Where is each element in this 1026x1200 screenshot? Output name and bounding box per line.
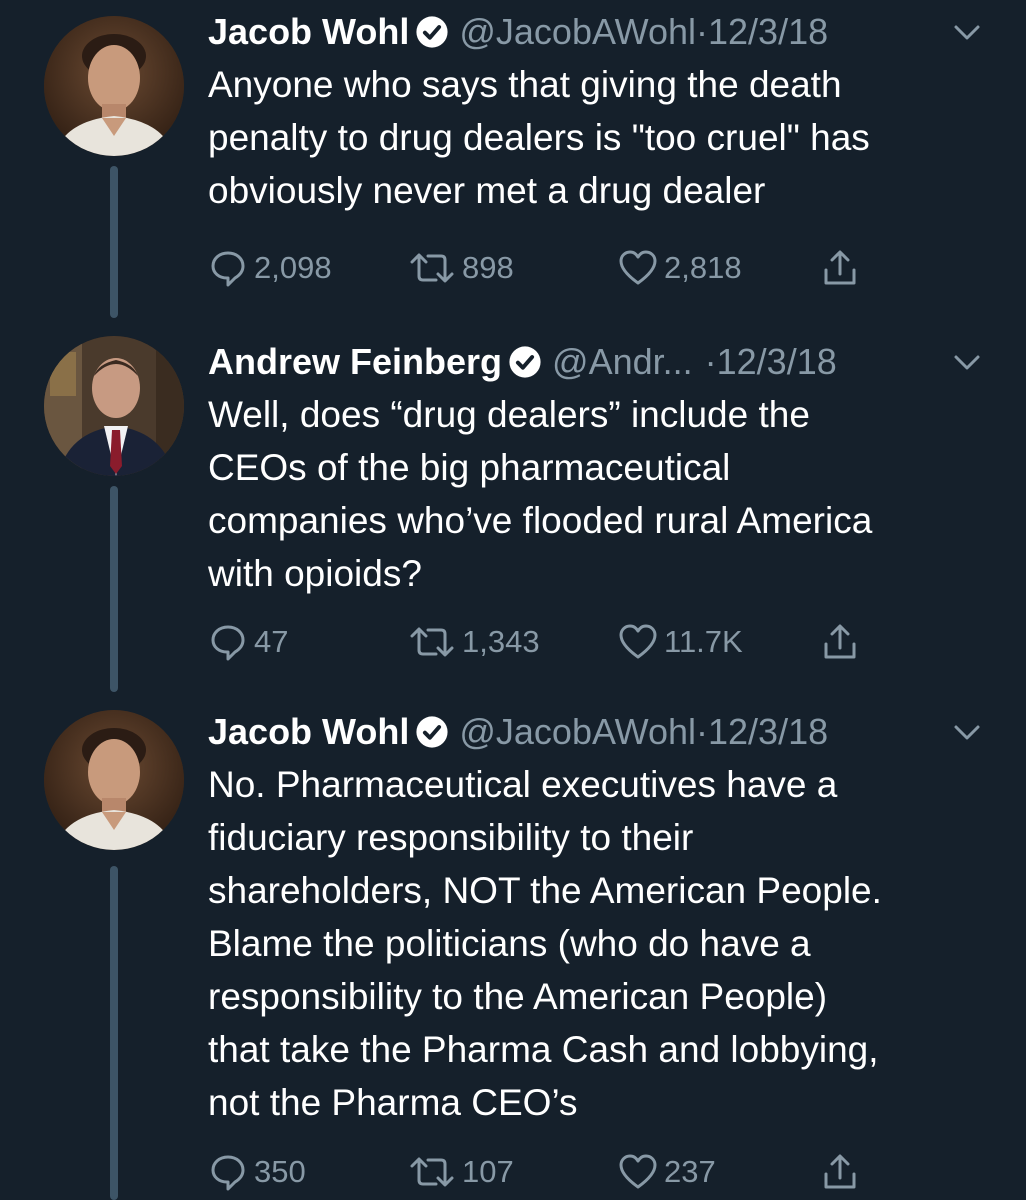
verified-badge-icon <box>416 16 448 48</box>
retweet-button[interactable]: 1,343 <box>408 622 540 662</box>
chevron-down-icon[interactable] <box>952 352 982 374</box>
like-count: 2,818 <box>664 250 742 285</box>
tweet-text: Anyone who says that giving the death pe… <box>208 64 870 211</box>
author-name[interactable]: Jacob Wohl <box>208 11 409 52</box>
reply-button[interactable]: 47 <box>208 622 288 662</box>
share-button[interactable] <box>820 622 866 662</box>
profile-photo-icon <box>44 710 184 850</box>
tweet-header: Jacob Wohl @JacobAWohl·12/3/18 <box>208 710 998 754</box>
reply-count: 350 <box>254 1154 306 1189</box>
retweet-count: 1,343 <box>462 624 540 659</box>
reply-button[interactable]: 350 <box>208 1152 306 1192</box>
reply-icon <box>211 251 245 287</box>
like-button[interactable]: 237 <box>618 1152 716 1192</box>
tweet-header: Jacob Wohl @JacobAWohl·12/3/18 <box>208 10 998 54</box>
like-icon <box>619 624 657 659</box>
tweet-thread: Jacob Wohl @JacobAWohl·12/3/18 Anyone who… <box>0 0 1026 1200</box>
thread-connector-line <box>110 166 118 318</box>
like-count: 11.7K <box>664 624 743 659</box>
tweet[interactable]: Andrew Feinberg @Andr... ·12/3/18 Well, do… <box>0 330 1026 700</box>
share-icon <box>824 1154 856 1189</box>
retweet-icon <box>410 253 454 283</box>
separator-dot: · <box>704 341 717 382</box>
author-handle[interactable]: @JacobAWohl <box>459 11 696 52</box>
tweet-text: Well, does “drug dealers” include the CE… <box>208 394 873 594</box>
reply-icon <box>211 625 245 661</box>
tweet-text: No. Pharmaceutical executives have a fid… <box>208 764 882 1123</box>
reply-count: 47 <box>254 624 289 659</box>
like-icon <box>619 250 657 285</box>
avatar[interactable] <box>44 710 184 850</box>
like-icon <box>619 1154 657 1189</box>
author-handle[interactable]: @JacobAWohl <box>459 711 696 752</box>
reply-button[interactable]: 2,098 <box>208 248 332 288</box>
verified-badge-icon <box>509 346 541 378</box>
thread-connector-line <box>110 486 118 692</box>
separator-dot: · <box>696 11 709 52</box>
share-icon <box>824 624 856 659</box>
chevron-down-icon[interactable] <box>952 722 982 744</box>
like-count: 237 <box>664 1154 716 1189</box>
avatar[interactable] <box>44 336 184 476</box>
avatar[interactable] <box>44 16 184 156</box>
share-icon <box>824 250 856 285</box>
retweet-count: 107 <box>462 1154 514 1189</box>
reply-count: 2,098 <box>254 250 332 285</box>
like-button[interactable]: 11.7K <box>618 622 743 662</box>
reply-icon <box>211 1155 245 1191</box>
verified-badge-icon <box>416 716 448 748</box>
tweet-actions: 2,098 898 2,818 <box>208 248 908 288</box>
author-name[interactable]: Jacob Wohl <box>208 711 409 752</box>
tweet-header: Andrew Feinberg @Andr... ·12/3/18 <box>208 340 998 384</box>
tweet-date[interactable]: 12/3/18 <box>708 11 828 52</box>
separator-dot: · <box>696 711 709 752</box>
profile-photo-icon <box>44 336 184 476</box>
tweet-actions: 350 107 237 <box>208 1152 908 1192</box>
like-button[interactable]: 2,818 <box>618 248 742 288</box>
profile-photo-icon <box>44 16 184 156</box>
retweet-icon <box>410 627 454 657</box>
share-button[interactable] <box>820 248 866 288</box>
author-name[interactable]: Andrew Feinberg <box>208 341 502 382</box>
tweet[interactable]: Jacob Wohl @JacobAWohl·12/3/18 Anyone who… <box>0 0 1026 330</box>
share-button[interactable] <box>820 1152 866 1192</box>
tweet-date[interactable]: 12/3/18 <box>717 341 837 382</box>
retweet-count: 898 <box>462 250 514 285</box>
tweet[interactable]: Jacob Wohl @JacobAWohl·12/3/18 No. Pharma… <box>0 700 1026 1200</box>
thread-connector-line <box>110 866 118 1200</box>
retweet-button[interactable]: 898 <box>408 248 514 288</box>
tweet-date[interactable]: 12/3/18 <box>708 711 828 752</box>
retweet-button[interactable]: 107 <box>408 1152 514 1192</box>
chevron-down-icon[interactable] <box>952 22 982 44</box>
tweet-actions: 47 1,343 11.7K <box>208 622 908 662</box>
retweet-icon <box>410 1157 454 1187</box>
author-handle[interactable]: @Andr... <box>552 341 693 382</box>
